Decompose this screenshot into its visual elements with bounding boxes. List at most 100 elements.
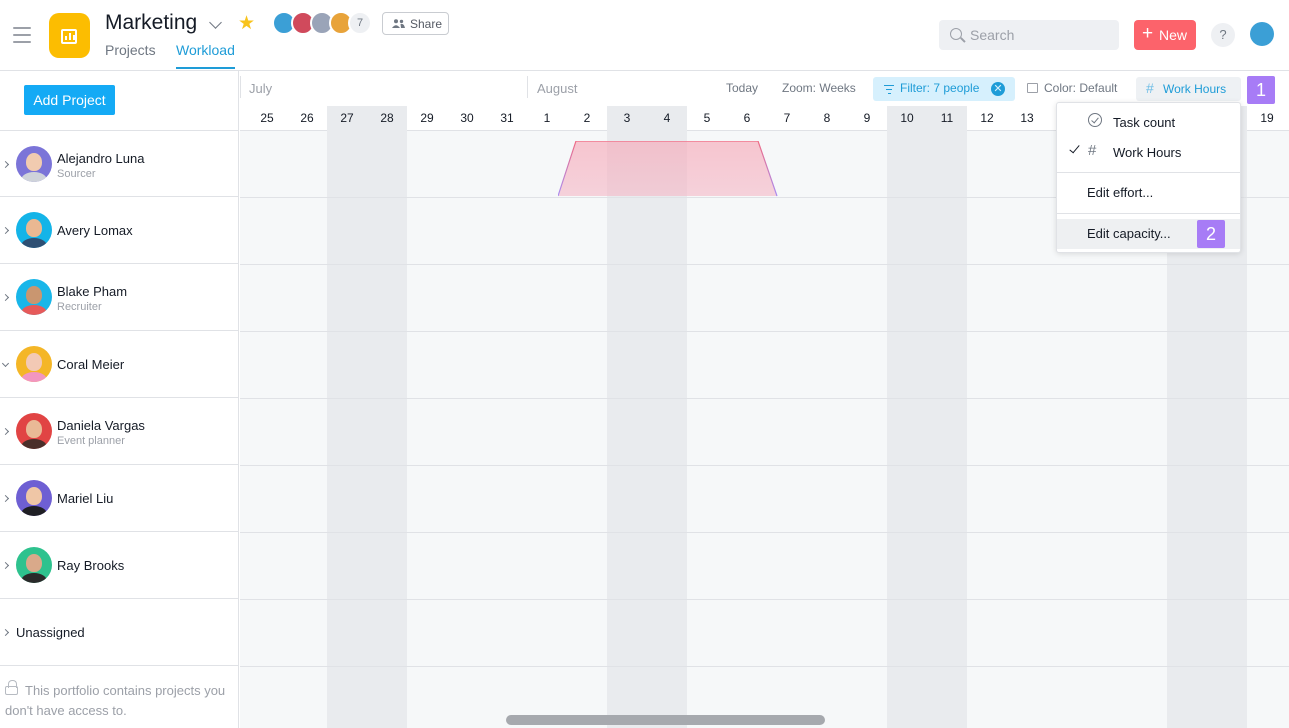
menu-item-task-count[interactable]: Task count xyxy=(1057,107,1240,137)
user-avatar[interactable] xyxy=(1250,22,1274,46)
menu-item-work-hours[interactable]: Work Hours xyxy=(1057,137,1240,167)
people-icon xyxy=(392,19,405,28)
day-label: 11 xyxy=(940,111,954,125)
row-divider xyxy=(240,398,1289,399)
row-divider xyxy=(240,465,1289,466)
lock-icon xyxy=(5,680,18,695)
person-row-ray-brooks[interactable]: Ray Brooks xyxy=(0,532,239,599)
avatar xyxy=(16,346,52,382)
row-divider xyxy=(240,264,1289,265)
day-label: 28 xyxy=(380,111,394,125)
step-badge: 1 xyxy=(1247,76,1275,104)
private-projects-note: This portfolio contains projects you don… xyxy=(5,680,230,721)
avatar xyxy=(16,279,52,315)
day-label: 2 xyxy=(583,111,591,125)
zoom-dropdown[interactable]: Zoom: Weeks xyxy=(782,81,856,95)
new-label: New xyxy=(1159,27,1188,43)
person-name: Alejandro Luna xyxy=(57,151,145,166)
active-tab-indicator xyxy=(176,67,235,69)
day-label: 4 xyxy=(663,111,671,125)
day-label: 10 xyxy=(900,111,914,125)
search-placeholder: Search xyxy=(970,27,1015,43)
row-divider xyxy=(240,599,1289,600)
day-label: 7 xyxy=(783,111,791,125)
person-name: Avery Lomax xyxy=(57,223,133,238)
chevron-down-icon[interactable] xyxy=(1,359,10,368)
day-label: 29 xyxy=(420,111,434,125)
search-input[interactable]: Search xyxy=(939,20,1119,50)
step-badge: 2 xyxy=(1197,220,1225,248)
chevron-right-icon[interactable] xyxy=(1,427,10,436)
chevron-right-icon[interactable] xyxy=(1,494,10,503)
hamburger-menu-icon[interactable] xyxy=(13,27,31,48)
avatar xyxy=(16,146,52,182)
work-hours-button[interactable]: # Work Hours xyxy=(1136,77,1241,101)
person-row-blake-pham[interactable]: Blake Pham Recruiter xyxy=(0,264,239,331)
add-project-button[interactable]: Add Project xyxy=(24,85,115,115)
day-label: 19 xyxy=(1260,111,1274,125)
color-dropdown[interactable]: Color: Default xyxy=(1044,81,1117,95)
menu-item-edit-effort[interactable]: Edit effort... xyxy=(1057,178,1240,208)
search-icon xyxy=(950,28,962,40)
day-label: 5 xyxy=(703,111,711,125)
top-bar: Marketing ★ Projects Workload 7 Share Se… xyxy=(0,0,1289,71)
unassigned-label: Unassigned xyxy=(16,625,85,640)
person-name: Mariel Liu xyxy=(57,491,114,506)
today-button[interactable]: Today xyxy=(726,81,758,95)
row-divider xyxy=(240,532,1289,533)
share-label: Share xyxy=(410,17,443,31)
day-label: 31 xyxy=(500,111,514,125)
menu-divider xyxy=(1057,172,1240,173)
menu-item-label: Edit effort... xyxy=(1087,185,1154,200)
hash-icon: # xyxy=(1146,80,1154,96)
menu-item-label: Task count xyxy=(1113,115,1176,130)
clear-filter-icon[interactable]: ✕ xyxy=(991,82,1005,96)
person-row-avery-lomax[interactable]: Avery Lomax xyxy=(0,197,239,264)
member-count-badge: 7 xyxy=(348,11,372,35)
person-name: Coral Meier xyxy=(57,357,125,372)
filter-icon xyxy=(884,85,894,96)
person-row-mariel-liu[interactable]: Mariel Liu xyxy=(0,465,239,532)
help-icon[interactable]: ? xyxy=(1211,23,1235,47)
tab-projects[interactable]: Projects xyxy=(105,42,156,58)
month-label: August xyxy=(537,81,578,96)
horizontal-scrollbar[interactable] xyxy=(506,715,825,725)
paint-bucket-icon xyxy=(1027,83,1038,93)
weekend-column xyxy=(887,131,967,728)
chevron-right-icon[interactable] xyxy=(1,160,10,169)
day-label: 26 xyxy=(300,111,314,125)
person-row-daniela-vargas[interactable]: Daniela Vargas Event planner xyxy=(0,398,239,465)
month-label: July xyxy=(249,81,273,96)
person-row-coral-meier[interactable]: Coral Meier xyxy=(0,331,239,398)
person-role: Recruiter xyxy=(57,301,102,313)
row-divider xyxy=(240,331,1289,332)
filter-pill[interactable]: Filter: 7 people ✕ xyxy=(873,77,1015,101)
new-button[interactable]: + New xyxy=(1134,20,1196,50)
chevron-right-icon[interactable] xyxy=(1,561,10,570)
day-label: 6 xyxy=(743,111,751,125)
project-icon xyxy=(49,13,90,58)
tab-workload[interactable]: Workload xyxy=(176,42,235,58)
day-label: 1 xyxy=(543,111,551,125)
menu-divider xyxy=(1057,213,1240,214)
chevron-down-icon[interactable] xyxy=(209,16,222,29)
month-divider xyxy=(527,76,528,98)
avatar xyxy=(16,547,52,583)
share-button[interactable]: Share xyxy=(382,12,449,35)
workload-bar[interactable] xyxy=(558,141,778,197)
people-panel: Add Project Alejandro Luna Sourcer Avery… xyxy=(0,71,239,728)
day-label: 30 xyxy=(460,111,474,125)
day-label: 12 xyxy=(980,111,994,125)
avatar xyxy=(16,413,52,449)
avatar xyxy=(16,480,52,516)
chevron-right-icon[interactable] xyxy=(1,226,10,235)
hash-icon: # xyxy=(1088,142,1097,159)
star-icon[interactable]: ★ xyxy=(238,12,255,35)
unassigned-row[interactable]: Unassigned xyxy=(0,599,239,666)
chevron-right-icon[interactable] xyxy=(1,293,10,302)
chevron-right-icon[interactable] xyxy=(1,628,10,637)
day-label: 25 xyxy=(260,111,274,125)
plus-icon: + xyxy=(1142,23,1154,44)
row-divider xyxy=(240,666,1289,667)
person-row-alejandro-luna[interactable]: Alejandro Luna Sourcer xyxy=(0,130,239,197)
